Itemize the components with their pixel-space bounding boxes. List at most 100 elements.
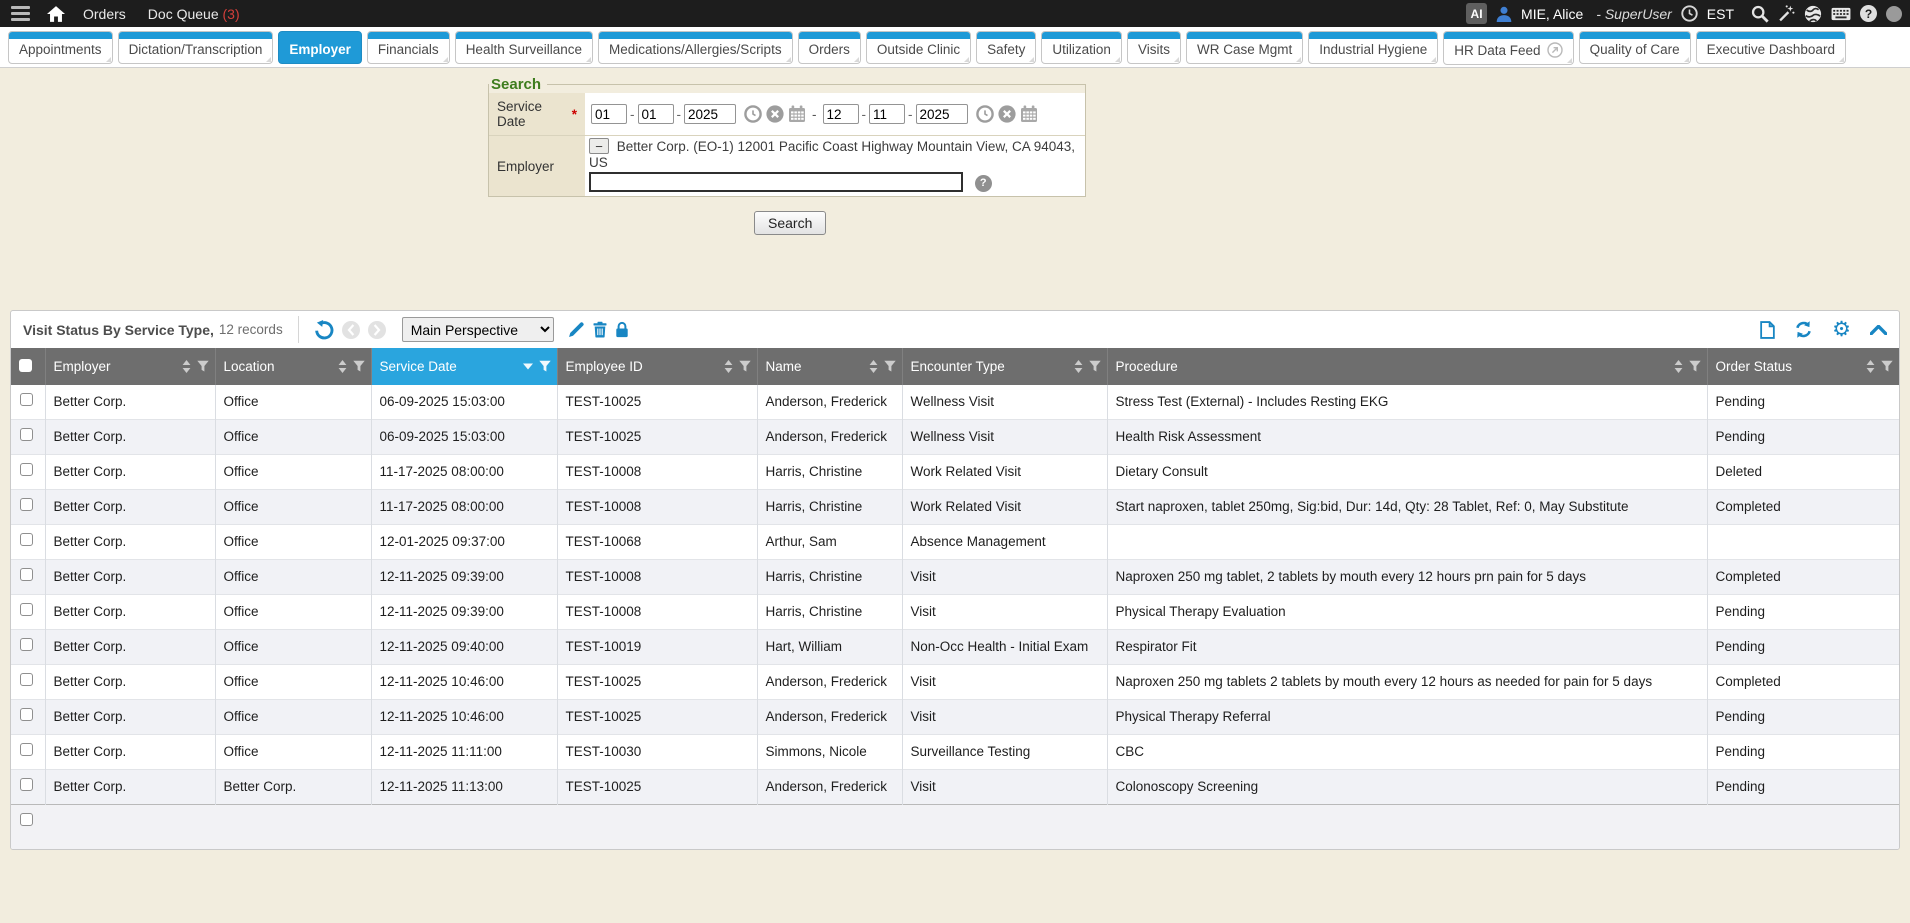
date-from-month-input[interactable] [591,104,627,124]
sort-icon[interactable] [1674,360,1683,373]
sort-icon[interactable] [724,360,733,373]
sort-icon[interactable] [1074,360,1083,373]
home-icon[interactable] [47,6,65,22]
globe-icon[interactable] [1804,5,1822,23]
tab-outside-clinic[interactable]: Outside Clinic [866,31,971,64]
column-label: Service Date [380,359,457,374]
footer-checkbox[interactable] [20,813,33,826]
row-checkbox[interactable] [20,603,33,616]
clear-date-icon[interactable] [998,105,1016,123]
filter-icon[interactable] [1881,360,1893,373]
sort-icon[interactable] [1866,360,1875,373]
help-icon[interactable]: ? [1860,5,1877,22]
row-checkbox[interactable] [20,673,33,686]
filter-icon[interactable] [353,360,365,373]
new-document-icon[interactable] [1760,321,1775,339]
tab-dictation-transcription[interactable]: Dictation/Transcription [118,31,274,64]
sort-icon[interactable] [338,360,347,373]
prev-icon[interactable] [342,321,360,339]
tab-hr-data-feed[interactable]: HR Data Feed [1443,31,1573,65]
tab-industrial-hygiene[interactable]: Industrial Hygiene [1308,31,1438,64]
ai-badge[interactable]: AI [1466,3,1487,24]
row-checkbox[interactable] [20,638,33,651]
wand-icon[interactable] [1778,5,1795,22]
tab-financials[interactable]: Financials [367,31,450,64]
select-all-header[interactable] [11,348,45,385]
column-header-employer[interactable]: Employer [45,348,215,385]
tab-label: Financials [378,42,439,57]
clear-date-icon[interactable] [766,105,784,123]
row-checkbox[interactable] [20,743,33,756]
sort-icon[interactable] [869,360,878,373]
keyboard-icon[interactable] [1831,7,1851,21]
lock-icon[interactable] [615,321,629,338]
collapse-icon[interactable] [1870,325,1887,335]
breadcrumb: Orders Doc Queue (3) [83,6,240,22]
column-header-procedure[interactable]: Procedure [1107,348,1707,385]
tab-appointments[interactable]: Appointments [8,31,113,64]
filter-icon[interactable] [197,360,209,373]
edit-icon[interactable] [568,321,585,338]
filter-icon[interactable] [884,360,896,373]
undo-icon[interactable] [314,320,334,340]
row-checkbox[interactable] [20,778,33,791]
clock-icon[interactable] [1681,5,1698,22]
search-icon[interactable] [1751,5,1769,23]
column-header-encounter-type[interactable]: Encounter Type [902,348,1107,385]
refresh-icon[interactable] [1794,320,1813,339]
date-from-year-input[interactable] [684,104,736,124]
tab-employer[interactable]: Employer [278,31,362,64]
search-button[interactable]: Search [754,211,826,235]
row-checkbox[interactable] [20,498,33,511]
tab-safety[interactable]: Safety [976,31,1036,64]
filter-icon[interactable] [1089,360,1101,373]
column-header-order-status[interactable]: Order Status [1707,348,1899,385]
filter-icon[interactable] [539,360,551,373]
tab-wr-case-mgmt[interactable]: WR Case Mgmt [1186,31,1303,64]
employer-help-icon[interactable]: ? [975,175,992,192]
calendar-icon[interactable] [1020,105,1038,123]
settings-icon[interactable]: ⚙ [1832,319,1851,340]
column-header-employee-id[interactable]: Employee ID [557,348,757,385]
employer-search-input[interactable] [589,172,963,192]
delete-icon[interactable] [593,321,607,338]
sort-icon[interactable] [523,363,533,370]
select-all-checkbox[interactable] [19,359,32,372]
calendar-icon[interactable] [788,105,806,123]
time-picker-icon[interactable] [744,105,762,123]
hamburger-menu-icon[interactable] [11,6,30,21]
filter-icon[interactable] [1689,360,1701,373]
tab-medications-allergies-scripts[interactable]: Medications/Allergies/Scripts [598,31,793,64]
column-header-location[interactable]: Location [215,348,371,385]
tab-quality-of-care[interactable]: Quality of Care [1579,31,1691,64]
remove-employer-button[interactable]: − [589,138,609,154]
row-checkbox[interactable] [20,463,33,476]
sort-icon[interactable] [182,360,191,373]
user-name[interactable]: MIE, Alice [1521,6,1583,22]
date-from-day-input[interactable] [638,104,674,124]
column-header-name[interactable]: Name [757,348,902,385]
time-picker-icon[interactable] [976,105,994,123]
row-checkbox[interactable] [20,428,33,441]
next-icon[interactable] [368,321,386,339]
row-checkbox[interactable] [20,568,33,581]
date-to-year-input[interactable] [916,104,968,124]
tab-health-surveillance[interactable]: Health Surveillance [455,31,593,64]
tab-executive-dashboard[interactable]: Executive Dashboard [1696,31,1846,64]
row-select-cell [11,490,45,525]
date-to-day-input[interactable] [869,104,905,124]
row-checkbox[interactable] [20,708,33,721]
row-checkbox[interactable] [20,533,33,546]
tab-visits[interactable]: Visits [1127,31,1181,64]
filter-icon[interactable] [739,360,751,373]
breadcrumb-orders[interactable]: Orders [83,6,126,22]
row-checkbox[interactable] [20,393,33,406]
cell-procedure [1107,525,1707,560]
tab-utilization[interactable]: Utilization [1041,31,1122,64]
tab-orders[interactable]: Orders [798,31,861,64]
cell-service-date: 12-11-2025 11:11:00 [371,735,557,770]
column-header-service-date[interactable]: Service Date [371,348,557,385]
perspective-select[interactable]: Main Perspective [402,317,554,342]
breadcrumb-doc-queue[interactable]: Doc Queue (3) [148,6,240,22]
date-to-month-input[interactable] [823,104,859,124]
